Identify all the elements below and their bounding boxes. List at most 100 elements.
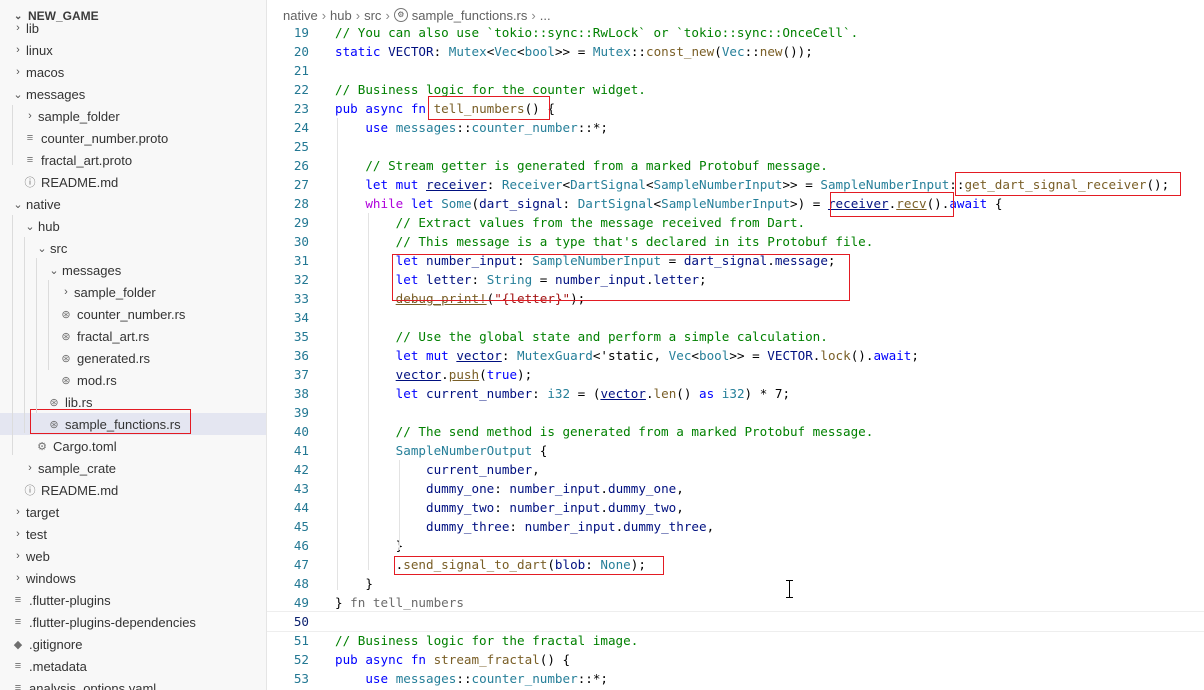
line-number: 51 [293, 633, 309, 648]
code-line[interactable]: 29 // Extract values from the message re… [267, 213, 1204, 232]
tree-item-flutter-plugins[interactable]: ≡ .flutter-plugins [0, 589, 266, 611]
tree-item-sample-crate[interactable]: › sample_crate [0, 457, 266, 479]
tree-item-analysis-options-yaml[interactable]: ≡ analysis_options.yaml [0, 677, 266, 690]
tree-item-fractal-art-rs[interactable]: ⊛ fractal_art.rs [0, 325, 266, 347]
code-line[interactable]: 46 } [267, 536, 1204, 555]
tree-item-counter-number-proto[interactable]: ≡ counter_number.proto [0, 127, 266, 149]
code-token: blob [554, 557, 586, 572]
tree-item-macos[interactable]: › macos [0, 61, 266, 83]
code-line[interactable]: 41 SampleNumberOutput { [267, 441, 1204, 460]
code-token: // You can also use `tokio::sync::RwLock… [335, 25, 859, 40]
code-text: use messages::counter_number::*; [335, 118, 608, 137]
code-line[interactable]: 51 // Business logic for the fractal imag… [267, 631, 1204, 650]
code-token: stream_fractal [433, 652, 540, 667]
code-line[interactable]: 24 use messages::counter_number::*; [267, 118, 1204, 137]
breadcrumb-chevron-icon: › [355, 7, 361, 23]
code-line[interactable]: 36 let mut vector: MutexGuard<'static, V… [267, 346, 1204, 365]
code-line[interactable]: 23 pub async fn tell_numbers() { [267, 99, 1204, 118]
code-line[interactable]: 21 [267, 61, 1204, 80]
tree-item-mod-rs[interactable]: ⊛ mod.rs [0, 369, 266, 391]
line-number: 20 [293, 44, 309, 59]
tree-item-label: sample_functions.rs [65, 416, 181, 432]
chevron-right-icon: › [16, 66, 20, 78]
code-token: number_input [509, 500, 601, 515]
tree-item-gitignore[interactable]: ◆ .gitignore [0, 633, 266, 655]
code-line[interactable]: 47 .send_signal_to_dart(blob: None); [267, 555, 1204, 574]
code-token: :: [456, 120, 472, 135]
breadcrumb-item-hub[interactable]: hub [330, 8, 352, 23]
tree-item-generated-rs[interactable]: ⊛ generated.rs [0, 347, 266, 369]
code-line[interactable]: 19 // You can also use `tokio::sync::RwLo… [267, 23, 1204, 42]
tree-item-web[interactable]: › web [0, 545, 266, 567]
tree-item-sample-folder[interactable]: › sample_folder [0, 281, 266, 303]
code-line[interactable]: 39 [267, 403, 1204, 422]
code-line[interactable]: 20 static VECTOR: Mutex<Vec<bool>> = Mute… [267, 42, 1204, 61]
breadcrumb-item-native[interactable]: native [283, 8, 318, 23]
tree-item-lib[interactable]: › lib [0, 17, 266, 39]
code-line[interactable]: 53 use messages::counter_number::*; [267, 669, 1204, 688]
code-line[interactable]: 35 // Use the global state and perform a… [267, 327, 1204, 346]
tree-item-messages[interactable]: ⌄ messages [0, 259, 266, 281]
code-line[interactable]: 34 [267, 308, 1204, 327]
tree-item-linux[interactable]: › linux [0, 39, 266, 61]
tree-item-src[interactable]: ⌄ src [0, 237, 266, 259]
code-token: = [532, 272, 555, 287]
indent-guide [36, 258, 37, 413]
code-line[interactable]: 26 // Stream getter is generated from a … [267, 156, 1204, 175]
code-line[interactable]: 48 } [267, 574, 1204, 593]
tree-item-readme-md[interactable]: ⓘ README.md [0, 479, 266, 501]
tree-item-cargo-toml[interactable]: ⚙ Cargo.toml [0, 435, 266, 457]
code-token: vector [395, 367, 442, 382]
tree-item-messages[interactable]: ⌄ messages [0, 83, 266, 105]
tree-item-target[interactable]: › target [0, 501, 266, 523]
code-token: dummy_two [608, 500, 677, 515]
code-line[interactable]: 22 // Business logic for the counter widg… [267, 80, 1204, 99]
tree-item-readme-md[interactable]: ⓘ README.md [0, 171, 266, 193]
code-token: // Stream getter is generated from a mar… [365, 158, 828, 173]
info-icon: ⓘ [24, 177, 36, 189]
code-line[interactable]: 32 let letter: String = number_input.let… [267, 270, 1204, 289]
tree-item-label: messages [26, 86, 86, 102]
code-line[interactable]: 27 let mut receiver: Receiver<DartSignal… [267, 175, 1204, 194]
line-number: 40 [293, 424, 309, 439]
code-token: VECTOR [767, 348, 813, 363]
code-line[interactable]: 44 dummy_two: number_input.dummy_two, [267, 498, 1204, 517]
code-token: "{letter}" [494, 291, 571, 306]
code-token: letter [426, 272, 472, 287]
tree-item-fractal-art-proto[interactable]: ≡ fractal_art.proto [0, 149, 266, 171]
code-line[interactable]: 38 let current_number: i32 = (vector.len… [267, 384, 1204, 403]
code-line[interactable]: 45 dummy_three: number_input.dummy_three… [267, 517, 1204, 536]
code-line[interactable]: 37 vector.push(true); [267, 365, 1204, 384]
code-line[interactable]: 42 current_number, [267, 460, 1204, 479]
tree-item-sample-functions-rs[interactable]: ⊛ sample_functions.rs [0, 413, 266, 435]
breadcrumb-item-src[interactable]: src [364, 8, 381, 23]
tree-item-hub[interactable]: ⌄ hub [0, 215, 266, 237]
code-line[interactable]: 28 while let Some(dart_signal: DartSigna… [267, 194, 1204, 213]
tree-item-windows[interactable]: › windows [0, 567, 266, 589]
code-line[interactable]: 50 [267, 611, 1204, 632]
code-line[interactable]: 52 pub async fn stream_fractal() { [267, 650, 1204, 669]
code-editor[interactable]: native › hub › src › ⚙ sample_functions.… [267, 0, 1204, 690]
tree-item-metadata[interactable]: ≡ .metadata [0, 655, 266, 677]
chevron-down-icon: ⌄ [25, 220, 35, 233]
code-line[interactable]: 33 debug_print!("{letter}"); [267, 289, 1204, 308]
tree-item-native[interactable]: ⌄ native [0, 193, 266, 215]
tree-item-sample-folder[interactable]: › sample_folder [0, 105, 266, 127]
tree-item-test[interactable]: › test [0, 523, 266, 545]
code-token: dummy_one [608, 481, 677, 496]
code-line[interactable]: 30 // This message is a type that's decl… [267, 232, 1204, 251]
code-line[interactable]: 31 let number_input: SampleNumberInput =… [267, 251, 1204, 270]
code-line[interactable]: 49} fn tell_numbers [267, 593, 1204, 612]
tree-item-flutter-plugins-dependencies[interactable]: ≡ .flutter-plugins-dependencies [0, 611, 266, 633]
breadcrumb-item-file[interactable]: sample_functions.rs [412, 8, 528, 23]
code-line[interactable]: 40 // The send method is generated from … [267, 422, 1204, 441]
breadcrumb-item-symbol[interactable]: ... [540, 8, 551, 23]
tree-item-lib-rs[interactable]: ⊛ lib.rs [0, 391, 266, 413]
code-line[interactable]: 25 [267, 137, 1204, 156]
code-line[interactable]: 43 dummy_one: number_input.dummy_one, [267, 479, 1204, 498]
tree-item-label: counter_number.rs [77, 306, 186, 322]
tree-item-counter-number-rs[interactable]: ⊛ counter_number.rs [0, 303, 266, 325]
